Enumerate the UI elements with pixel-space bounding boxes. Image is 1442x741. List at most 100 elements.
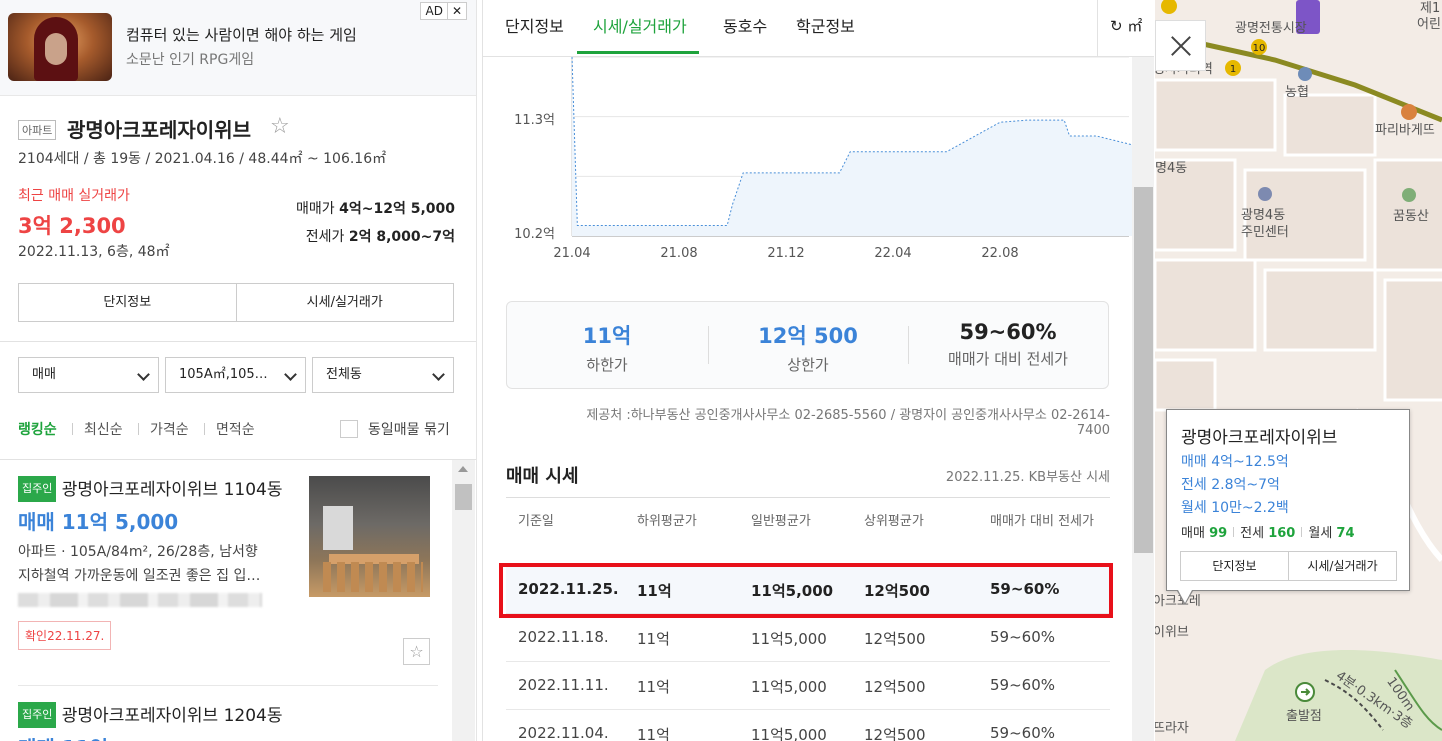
filter-bar: 매매 105A㎡,105… 전체동 <box>18 357 454 393</box>
map-label-center1: 광명4동 <box>1241 208 1285 223</box>
popup-title: 광명아크포레자이위브 <box>1181 428 1338 448</box>
stat-high-value: 12억 500 <box>758 324 858 348</box>
jeonse-price-range: 전세가 2억 8,000~7억 <box>306 226 455 246</box>
recent-trade-date: 2022.11.13, 6층, 48㎡ <box>18 244 170 260</box>
popup-counts: 매매 99 전세 160 월세 74 <box>1181 522 1355 541</box>
close-icon[interactable] <box>1155 20 1206 71</box>
row-low: 11억 <box>637 678 670 696</box>
row-ratio: 59~60% <box>990 628 1055 646</box>
complex-info-button[interactable]: 단지정보 <box>19 284 236 321</box>
x-tick-label: 21.12 <box>767 246 804 261</box>
map-label-dong: 명4동 <box>1155 161 1187 176</box>
popup-monthly-label: 월세 <box>1308 526 1333 541</box>
detail-panel: 단지정보 시세/실거래가 동호수 학군정보 ↻ ㎡ 11.3억 10.2억 21.0… <box>482 0 1154 741</box>
tab-complex-info[interactable]: 단지정보 <box>505 13 564 37</box>
scrollbar-thumb[interactable] <box>455 484 472 510</box>
map-popup[interactable]: 광명아크포레자이위브 매매 4억~12.5억 전세 2.8억~7억 월세 10만… <box>1166 409 1410 605</box>
sale-price-value: 4억~12억 5,000 <box>339 201 455 217</box>
map-label-bakery: 파리바게뜨 <box>1375 123 1435 138</box>
area-select[interactable]: 105A㎡,105… <box>165 357 306 393</box>
chevron-down-icon <box>284 368 297 381</box>
map-canvas[interactable]: 10 1 광명전통시장 명사거리역 농협 파리바게뜨 명4동 광명4동 주민센터… <box>1155 0 1442 741</box>
series-area <box>572 57 1133 236</box>
price-chart: 11.3억10.2억21.0421.0821.1222.0422.08매물없음 <box>514 57 1133 261</box>
ad-thumbnail[interactable] <box>8 13 112 81</box>
complex-name: 광명아크포레자이위브 <box>67 118 251 142</box>
popup-complex-info-button[interactable]: 단지정보 <box>1181 552 1288 580</box>
row-mid: 11억5,000 <box>751 726 827 741</box>
map-label-church: 제1 <box>1420 1 1440 16</box>
row-high: 12억500 <box>864 678 926 696</box>
ad-title[interactable]: 컴퓨터 있는 사람이면 해야 하는 게임 <box>126 24 357 45</box>
dong-select[interactable]: 전체동 <box>312 357 454 393</box>
owner-tag: 집주인 <box>18 702 57 728</box>
y-tick-label: 11.3억 <box>514 113 555 128</box>
complex-meta: 2104세대 / 총 19동 / 2021.04.16 / 48.44㎡ ~ 1… <box>18 151 387 167</box>
scrollbar-thumb[interactable] <box>1134 187 1153 553</box>
listing-photo[interactable] <box>309 476 430 597</box>
market-source: 2022.11.25. KB부동산 시세 <box>945 470 1110 485</box>
area-value: 105A㎡,105… <box>179 367 268 382</box>
complex-button-row: 단지정보 시세/실거래가 <box>18 283 454 322</box>
detail-scrollbar[interactable] <box>1132 57 1154 741</box>
ad-banner[interactable]: 컴퓨터 있는 사람이면 해야 하는 게임 소문난 인기 RPG게임 AD ✕ <box>0 0 476 96</box>
divider <box>0 341 476 342</box>
popup-price-history-button[interactable]: 시세/실거래가 <box>1288 552 1396 580</box>
list-item[interactable]: 집주인 광명아크포레자이위브 1104동 매매 11억 5,000 아파트 · … <box>18 460 438 665</box>
popup-jeonse-count: 160 <box>1268 526 1296 541</box>
sort-area[interactable]: 면적순 <box>216 419 255 439</box>
favorite-star-icon[interactable]: ☆ <box>270 114 290 139</box>
table-row: 2022.11.11. 11억 11억5,000 12억500 59~60% <box>506 662 1110 710</box>
detail-tabs: 단지정보 시세/실거래가 동호수 학군정보 ↻ ㎡ <box>483 0 1154 57</box>
group-listings-label[interactable]: 동일매물 묶기 <box>368 419 450 439</box>
list-scrollbar[interactable] <box>452 460 475 741</box>
col-header-high: 상위평균가 <box>864 514 924 529</box>
listing-favorite-star-icon[interactable]: ☆ <box>403 638 430 665</box>
list-item[interactable]: 집주인 광명아크포레자이위브 1204동 매매 11억 <box>18 686 438 741</box>
sort-latest[interactable]: 최신순 <box>84 419 123 439</box>
scroll-up-icon[interactable] <box>458 466 468 472</box>
area-unit-toggle[interactable]: ↻ ㎡ <box>1097 0 1154 56</box>
highlight-box <box>499 563 1113 618</box>
sort-ranking[interactable]: 랭킹순 <box>18 419 57 439</box>
owner-tag: 집주인 <box>18 476 57 502</box>
row-high: 12억500 <box>864 726 926 741</box>
tab-price-history[interactable]: 시세/실거래가 <box>593 13 687 37</box>
stat-high: 12억 500 상한가 <box>708 320 908 375</box>
ad-subtitle: 소문난 인기 RPG게임 <box>126 52 255 68</box>
price-stats: 11억 하한가 12억 500 상한가 59~60% 매매가 대비 전세가 <box>506 301 1109 389</box>
x-tick-label: 21.04 <box>553 246 590 261</box>
popup-jeonse[interactable]: 전세 2.8억~7억 <box>1181 474 1280 494</box>
active-tab-underline <box>577 51 699 54</box>
chevron-down-icon <box>137 368 150 381</box>
price-history-button[interactable]: 시세/실거래가 <box>235 284 453 321</box>
ad-close-icon[interactable]: ✕ <box>446 3 466 19</box>
dong-value: 전체동 <box>326 367 362 382</box>
popup-sale[interactable]: 매매 4억~12.5억 <box>1181 451 1289 471</box>
trade-type-select[interactable]: 매매 <box>18 357 159 393</box>
group-listings-checkbox[interactable] <box>340 420 358 438</box>
map-view[interactable]: 10 1 광명전통시장 명사거리역 농협 파리바게뜨 명4동 광명4동 주민센터… <box>1155 0 1442 741</box>
popup-monthly[interactable]: 월세 10만~2.2백 <box>1181 497 1289 517</box>
map-label-lot2: 이위브 <box>1155 625 1189 640</box>
listing-list: 집주인 광명아크포레자이위브 1104동 매매 11억 5,000 아파트 · … <box>0 459 476 741</box>
popup-sale-count: 99 <box>1209 526 1228 541</box>
divider <box>506 497 1110 498</box>
table-row: 2022.11.18. 11억 11억5,000 12억500 59~60% <box>506 614 1110 662</box>
tab-unit-numbers[interactable]: 동호수 <box>723 13 767 37</box>
stat-ratio-value: 59~60% <box>959 320 1057 344</box>
tab-school-info[interactable]: 학군정보 <box>796 13 855 37</box>
recent-trade-label: 최근 매매 실거래가 <box>18 188 130 204</box>
sale-price-range: 매매가 4억~12억 5,000 <box>296 198 455 218</box>
row-low: 11억 <box>637 630 670 648</box>
x-tick-label: 21.08 <box>660 246 697 261</box>
ad-badge: AD ✕ <box>420 2 467 20</box>
stat-ratio-label: 매매가 대비 전세가 <box>948 350 1068 368</box>
row-date: 2022.11.18. <box>518 628 609 646</box>
complex-summary: 아파트 광명아크포레자이위브 ☆ 2104세대 / 총 19동 / 2021.0… <box>0 96 476 341</box>
sort-price[interactable]: 가격순 <box>150 419 189 439</box>
table-row: 2022.11.04. 11억 11억5,000 12억500 59~60% <box>506 710 1110 741</box>
divider <box>72 423 73 435</box>
source-text: 제공처 :하나부동산 공인중개사사무소 02-2685-5560 / 광명자이 … <box>586 408 1110 438</box>
row-mid: 11억5,000 <box>751 630 827 648</box>
